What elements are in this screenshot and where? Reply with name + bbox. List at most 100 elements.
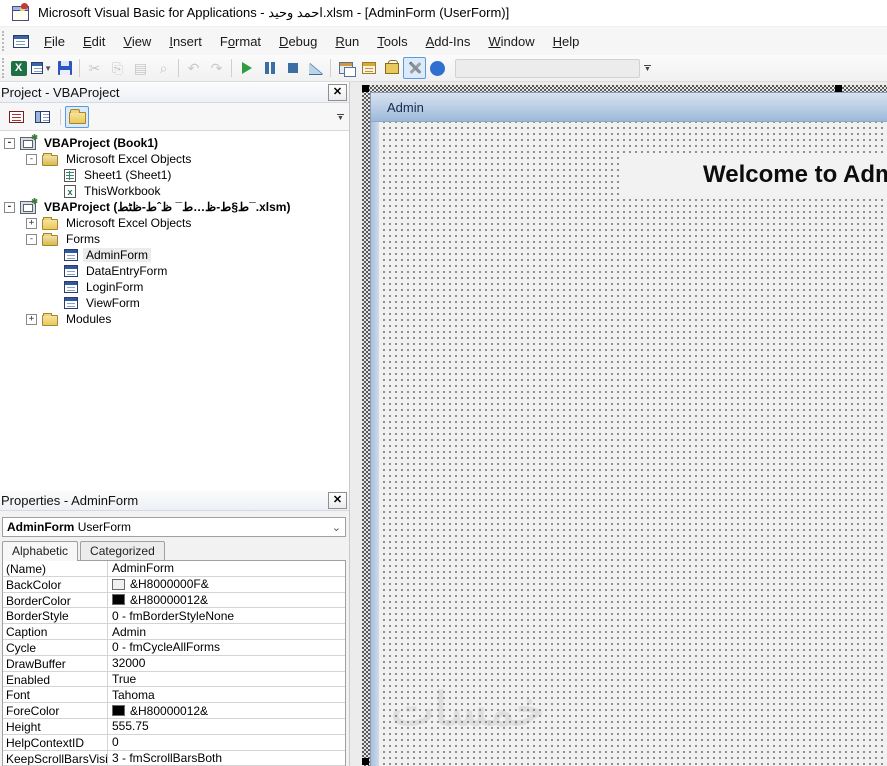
- collapse-icon[interactable]: -: [26, 233, 37, 245]
- property-value[interactable]: 0 - fmCycleAllForms: [108, 640, 345, 655]
- run-sub-userform-button[interactable]: [235, 57, 258, 79]
- property-row-keepscrollbarsvisible[interactable]: KeepScrollBarsVisible 3 - fmScrollBarsBot…: [3, 750, 345, 766]
- tree-item-loginform[interactable]: LoginForm: [0, 279, 349, 295]
- tree-item-modules[interactable]: + Modules: [0, 311, 349, 327]
- property-value[interactable]: &H80000012&: [108, 593, 345, 608]
- property-row-drawbuffer[interactable]: DrawBuffer 32000: [3, 655, 345, 672]
- toggle-folders-button[interactable]: [65, 105, 89, 128]
- tree-item-viewform[interactable]: ViewForm: [0, 295, 349, 311]
- object-browser-button[interactable]: [380, 57, 403, 79]
- selection-handle-top-middle[interactable]: [835, 85, 842, 92]
- collapse-icon[interactable]: -: [4, 201, 15, 213]
- menu-item-edit[interactable]: Edit: [74, 30, 114, 53]
- selection-handle-top-left[interactable]: [362, 85, 369, 92]
- break-button[interactable]: [258, 57, 281, 79]
- properties-window-button[interactable]: [357, 57, 380, 79]
- tab-alphabetic[interactable]: Alphabetic: [2, 541, 79, 561]
- menu-item-format[interactable]: Format: [211, 30, 270, 53]
- property-value[interactable]: 0 - fmBorderStyleNone: [108, 608, 345, 623]
- undo-button[interactable]: ↶: [182, 57, 205, 79]
- property-value[interactable]: 555.75: [108, 719, 345, 734]
- tree-item-label[interactable]: AdminForm: [83, 248, 152, 262]
- property-row-bordercolor[interactable]: BorderColor &H80000012&: [3, 592, 345, 609]
- menu-item-file[interactable]: File: [35, 30, 74, 53]
- properties-panel-close-button[interactable]: ✕: [328, 491, 347, 509]
- tree-item-label[interactable]: VBAProject (ط§ط-ظ…ط¯ ظˆط-ظٹط¯.xlsm): [41, 200, 293, 214]
- property-value[interactable]: 0: [108, 735, 345, 750]
- collapse-icon[interactable]: -: [4, 137, 15, 149]
- tree-item-dataentryform[interactable]: DataEntryForm: [0, 263, 349, 279]
- tree-item-label[interactable]: Forms: [63, 232, 103, 246]
- design-mode-button[interactable]: [304, 57, 327, 79]
- help-button[interactable]: [426, 57, 449, 79]
- reset-button[interactable]: [281, 57, 304, 79]
- find-button[interactable]: ⌕: [152, 57, 175, 79]
- menu-item-help[interactable]: Help: [544, 30, 589, 53]
- toolbar-overflow-button[interactable]: ▼: [641, 57, 654, 79]
- property-value[interactable]: 32000: [108, 656, 345, 671]
- tree-item-label[interactable]: ThisWorkbook: [81, 184, 163, 198]
- property-row-borderstyle[interactable]: BorderStyle 0 - fmBorderStyleNone: [3, 608, 345, 625]
- tree-item-forms[interactable]: - Forms: [0, 231, 349, 247]
- menu-item-view[interactable]: View: [114, 30, 160, 53]
- tree-item-thisworkbook[interactable]: x ThisWorkbook: [0, 183, 349, 199]
- cut-button[interactable]: ✂: [83, 57, 106, 79]
- property-row-backcolor[interactable]: BackColor &H8000000F&: [3, 576, 345, 593]
- tab-categorized[interactable]: Categorized: [80, 541, 165, 560]
- property-row-enabled[interactable]: Enabled True: [3, 671, 345, 688]
- expand-icon[interactable]: +: [26, 313, 37, 325]
- object-selector-combo[interactable]: AdminForm UserForm ⌄: [2, 517, 346, 537]
- tree-item-label[interactable]: DataEntryForm: [83, 264, 170, 278]
- tree-item-sheet1-sheet1[interactable]: Sheet1 (Sheet1): [0, 167, 349, 183]
- menu-item-tools[interactable]: Tools: [368, 30, 416, 53]
- tree-item-vbaproject-book1[interactable]: - VBAProject (Book1): [0, 133, 349, 151]
- property-row-height[interactable]: Height 555.75: [3, 718, 345, 735]
- property-value[interactable]: 3 - fmScrollBarsBoth: [108, 751, 345, 766]
- property-row-name[interactable]: (Name) AdminForm: [3, 561, 345, 577]
- view-object-button[interactable]: [30, 106, 54, 128]
- menu-item-insert[interactable]: Insert: [160, 30, 211, 53]
- tree-item-label[interactable]: VBAProject (Book1): [41, 136, 161, 150]
- copy-button[interactable]: ⎘: [106, 57, 129, 79]
- property-value[interactable]: &H80000012&: [108, 703, 345, 718]
- collapse-icon[interactable]: -: [26, 153, 37, 165]
- menu-item-debug[interactable]: Debug: [270, 30, 326, 53]
- view-microsoft-excel-button[interactable]: X: [7, 57, 30, 79]
- property-value[interactable]: &H8000000F&: [108, 577, 345, 592]
- property-value[interactable]: Tahoma: [108, 687, 345, 702]
- tree-item-label[interactable]: LoginForm: [83, 280, 146, 294]
- property-row-font[interactable]: Font Tahoma: [3, 687, 345, 704]
- property-value[interactable]: AdminForm: [108, 561, 345, 576]
- menu-item-addins[interactable]: Add-Ins: [417, 30, 480, 53]
- userform-body[interactable]: Welcome to Admin خمسات: [371, 122, 887, 766]
- property-row-cycle[interactable]: Cycle 0 - fmCycleAllForms: [3, 639, 345, 656]
- paste-button[interactable]: ▤: [129, 57, 152, 79]
- menu-item-run[interactable]: Run: [326, 30, 368, 53]
- tree-item-microsoft-excel-objects[interactable]: - Microsoft Excel Objects: [0, 151, 349, 167]
- property-value[interactable]: True: [108, 672, 345, 687]
- tree-item-label[interactable]: Modules: [63, 312, 114, 326]
- property-value[interactable]: Admin: [108, 624, 345, 639]
- userform-grid-surface[interactable]: Welcome to Admin خمسات: [379, 122, 887, 766]
- redo-button[interactable]: ↷: [205, 57, 228, 79]
- save-button[interactable]: [53, 57, 76, 79]
- tree-item-label[interactable]: Microsoft Excel Objects: [63, 152, 194, 166]
- tree-item-label[interactable]: Microsoft Excel Objects: [63, 216, 194, 230]
- property-row-forecolor[interactable]: ForeColor &H80000012&: [3, 703, 345, 719]
- property-row-caption[interactable]: Caption Admin: [3, 624, 345, 640]
- tree-item-vbaproject-xlsm[interactable]: - VBAProject (ط§ط-ظ…ط¯ ظˆط-ظٹط¯.xlsm): [0, 197, 349, 215]
- child-window-icon[interactable]: [13, 34, 29, 48]
- insert-userform-button[interactable]: ▼: [30, 57, 53, 79]
- userform-window[interactable]: Admin Welcome to Admin خمسات: [370, 92, 887, 766]
- menu-item-window[interactable]: Window: [479, 30, 543, 53]
- toolbox-button[interactable]: [403, 57, 426, 79]
- project-toolbar-overflow-button[interactable]: ▼: [334, 106, 347, 128]
- menubar-grip-handle[interactable]: [2, 31, 7, 51]
- toolbar-combo[interactable]: [455, 58, 640, 78]
- welcome-label-control[interactable]: Welcome to Admin: [621, 153, 887, 196]
- view-code-button[interactable]: [4, 106, 28, 128]
- tree-item-adminform[interactable]: AdminForm: [0, 247, 349, 263]
- expand-icon[interactable]: +: [26, 217, 37, 229]
- tree-item-label[interactable]: ViewForm: [83, 296, 143, 310]
- tree-item-microsoft-excel-objects[interactable]: + Microsoft Excel Objects: [0, 215, 349, 231]
